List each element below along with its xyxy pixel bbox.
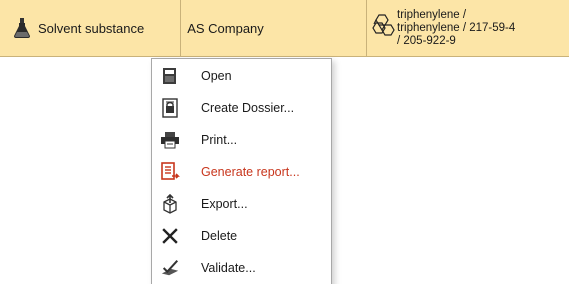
- menu-item-print[interactable]: Print...: [152, 125, 331, 155]
- selected-result-row[interactable]: Solvent substance AS Company triphenylen…: [0, 0, 569, 57]
- menu-item-create-dossier[interactable]: Create Dossier...: [152, 93, 331, 123]
- cell-reference-substance[interactable]: triphenylene / triphenylene / 217-59-4 /…: [367, 0, 569, 56]
- menu-item-generate-report[interactable]: Generate report...: [152, 157, 331, 187]
- context-menu: Open Create Dossier... Print... Generate…: [151, 58, 332, 284]
- open-folder-icon: [160, 66, 180, 86]
- validate-icon: [160, 258, 180, 278]
- menu-item-delete[interactable]: Delete: [152, 221, 331, 251]
- export-icon: [160, 194, 180, 214]
- screen: Solvent substance AS Company triphenylen…: [0, 0, 569, 284]
- menu-item-label: Export...: [201, 197, 248, 211]
- flask-icon: [14, 18, 30, 38]
- reference-line-2: triphenylene / 217-59-4: [397, 22, 516, 34]
- menu-item-open[interactable]: Open: [152, 61, 331, 91]
- menu-item-label: Generate report...: [201, 165, 300, 179]
- entity-type-label: Solvent substance: [38, 20, 145, 36]
- dossier-icon: [160, 98, 180, 118]
- reference-line-3: / 205-922-9: [397, 35, 456, 47]
- menu-item-label: Open: [201, 69, 232, 83]
- cell-owner[interactable]: AS Company: [181, 0, 367, 56]
- printer-icon: [160, 130, 180, 150]
- owner-label: AS Company: [187, 20, 264, 36]
- report-icon: [160, 162, 180, 182]
- menu-item-label: Delete: [201, 229, 238, 243]
- reference-substance-text: triphenylene / triphenylene / 217-59-4 /…: [397, 9, 569, 48]
- menu-item-label: Validate...: [201, 261, 256, 275]
- menu-item-label: Print...: [201, 133, 238, 147]
- menu-item-validate[interactable]: Validate...: [152, 253, 331, 283]
- menu-item-export[interactable]: Export...: [152, 189, 331, 219]
- reference-line-1: triphenylene /: [397, 9, 467, 21]
- delete-icon: [160, 226, 180, 246]
- cell-entity-type[interactable]: Solvent substance: [0, 0, 182, 56]
- chemical-structure-icon: [372, 14, 395, 36]
- menu-item-label: Create Dossier...: [201, 101, 295, 115]
